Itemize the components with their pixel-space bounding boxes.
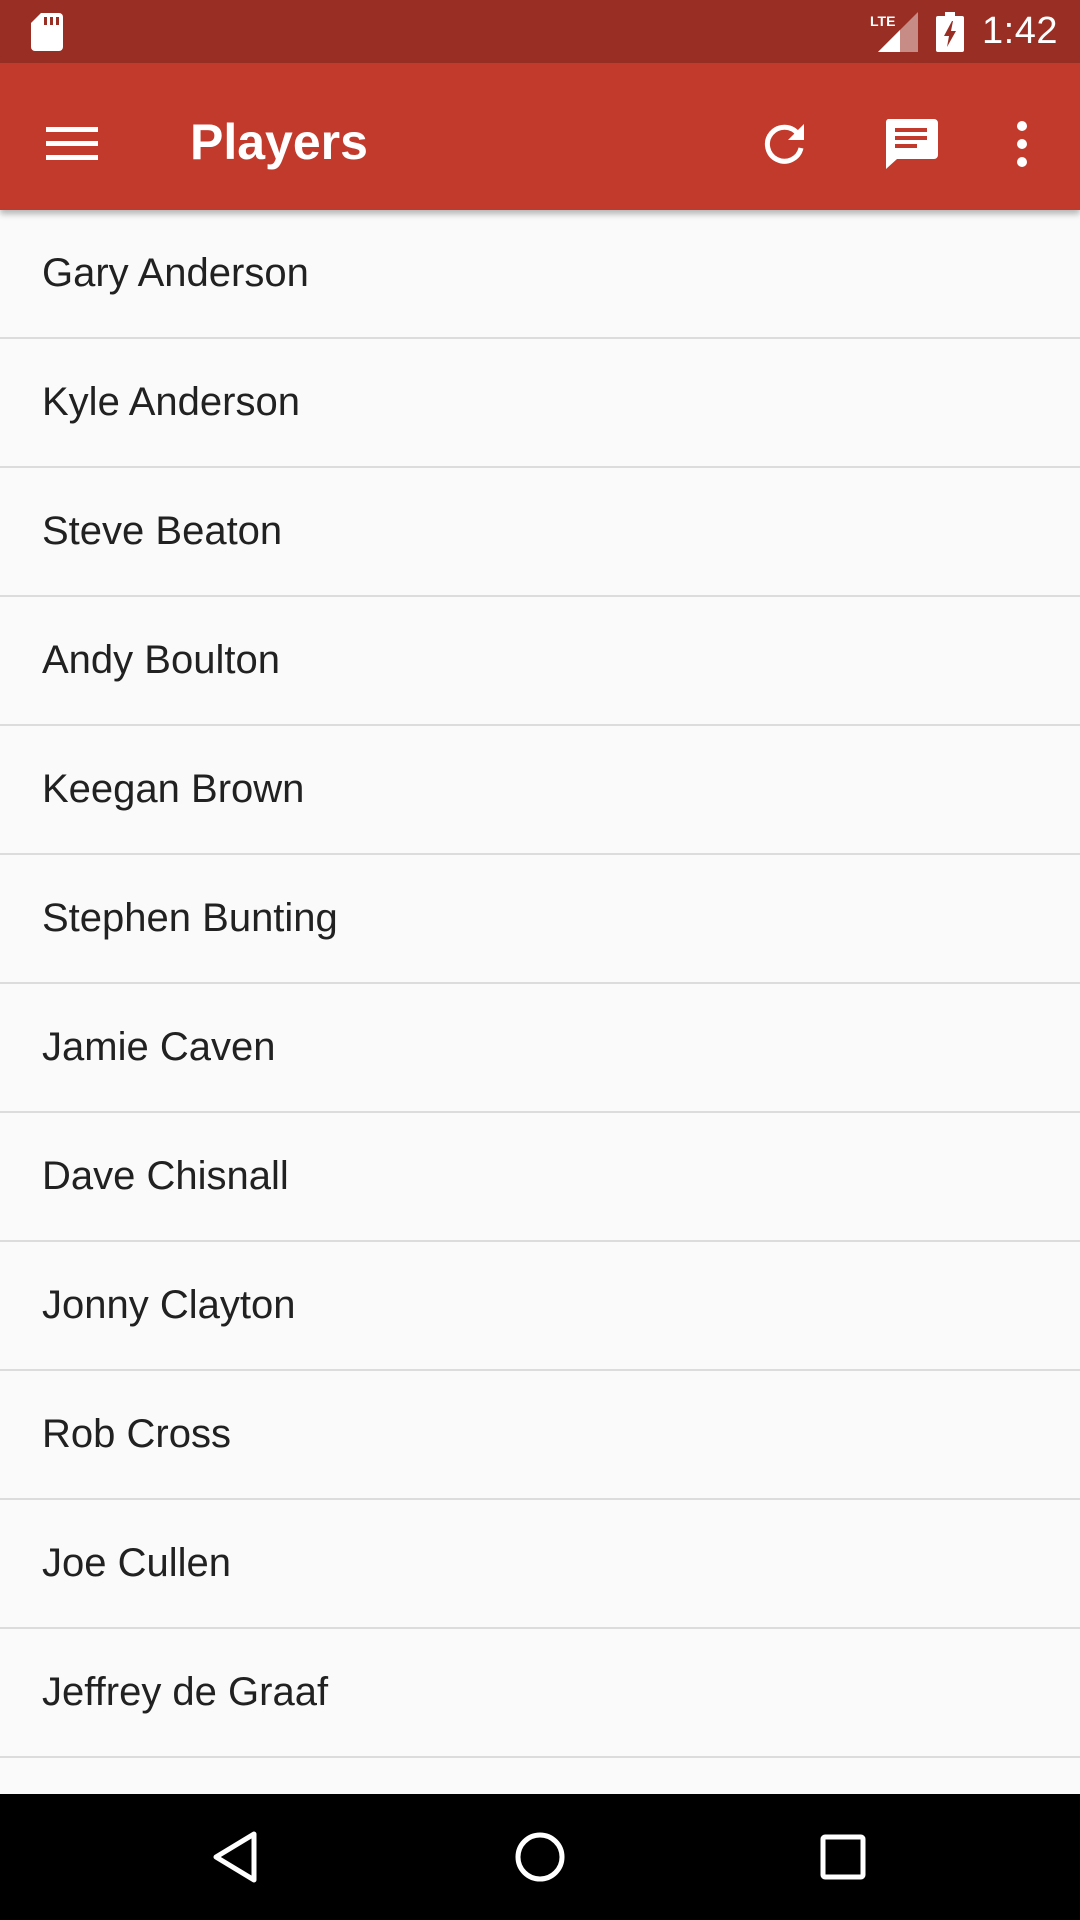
status-bar: LTE 1:42 <box>0 0 1080 63</box>
recents-icon <box>820 1834 866 1880</box>
player-list-item[interactable]: Joe Cullen <box>0 1500 1080 1629</box>
menu-icon <box>46 127 98 160</box>
overflow-menu-button[interactable] <box>980 102 1064 186</box>
battery-charging-icon <box>936 11 965 52</box>
player-list-item[interactable]: Steve Beaton <box>0 468 1080 597</box>
page-title: Players <box>190 114 368 170</box>
recents-button[interactable] <box>803 1817 883 1897</box>
network-label: LTE <box>870 13 895 29</box>
menu-button[interactable] <box>30 102 114 186</box>
player-list-item[interactable]: Gary Anderson <box>0 210 1080 339</box>
more-vert-icon <box>1017 121 1027 167</box>
chat-icon <box>885 119 938 169</box>
lte-signal-icon: LTE <box>870 10 919 54</box>
refresh-icon <box>764 124 804 164</box>
app-bar: Players <box>0 63 1080 210</box>
navigation-bar <box>0 1794 1080 1920</box>
back-icon <box>213 1831 257 1883</box>
player-list: Gary Anderson Kyle Anderson Steve Beaton… <box>0 210 1080 1794</box>
back-button[interactable] <box>196 1817 276 1897</box>
home-button[interactable] <box>500 1817 580 1897</box>
refresh-button[interactable] <box>742 102 826 186</box>
player-list-item[interactable]: Jeffrey de Graaf <box>0 1629 1080 1758</box>
player-list-item[interactable]: Andy Boulton <box>0 597 1080 726</box>
chat-button[interactable] <box>869 102 953 186</box>
player-list-item[interactable]: Dave Chisnall <box>0 1113 1080 1242</box>
player-list-item[interactable]: Stephen Bunting <box>0 855 1080 984</box>
home-icon <box>515 1832 565 1882</box>
player-list-item[interactable]: Jamie Caven <box>0 984 1080 1113</box>
sd-card-icon <box>31 13 63 51</box>
status-clock: 1:42 <box>982 10 1058 52</box>
player-list-item[interactable]: Kyle Anderson <box>0 339 1080 468</box>
player-list-item-partial[interactable] <box>0 1758 1080 1794</box>
player-list-item[interactable]: Rob Cross <box>0 1371 1080 1500</box>
player-list-item[interactable]: Keegan Brown <box>0 726 1080 855</box>
player-list-item[interactable]: Jonny Clayton <box>0 1242 1080 1371</box>
